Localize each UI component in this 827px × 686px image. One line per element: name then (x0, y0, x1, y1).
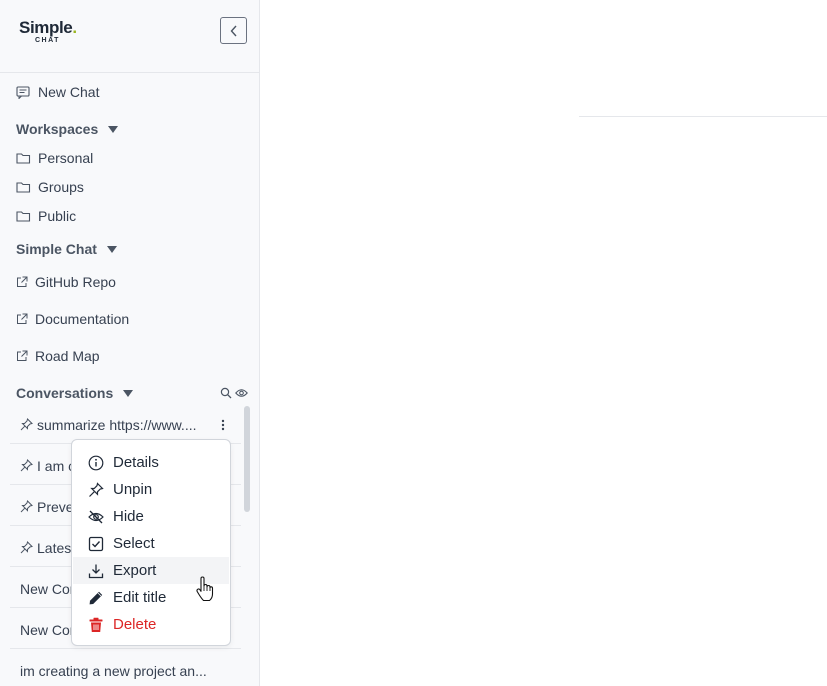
new-chat-button[interactable]: New Chat (16, 81, 99, 103)
caret-down-icon (123, 389, 134, 397)
menu-item-delete[interactable]: Delete (73, 611, 229, 638)
sidebar-item-label: Road Map (35, 348, 100, 364)
pin-icon (89, 481, 104, 497)
logo-dot: . (72, 18, 77, 37)
menu-item-unpin[interactable]: Unpin (73, 476, 229, 503)
sidebar-item-public[interactable]: Public (16, 205, 76, 227)
conversation-item[interactable]: im creating a new project an... (10, 652, 241, 686)
caret-down-icon (106, 245, 117, 253)
menu-item-label: Export (113, 562, 157, 579)
menu-item-details[interactable]: Details (73, 449, 229, 476)
pin-icon (20, 418, 33, 431)
workspaces-section-toggle[interactable]: Workspaces (16, 118, 119, 140)
menu-item-label: Edit title (113, 589, 167, 606)
hand-pointer-icon (196, 576, 214, 602)
menu-item-label: Select (113, 535, 155, 552)
sidebar-link-github-repo[interactable]: GitHub Repo (16, 271, 116, 293)
pencil-icon (89, 591, 103, 604)
conversation-title: im creating a new project an... (20, 663, 207, 679)
conversation-scrollbar[interactable] (244, 406, 250, 512)
sidebar-divider (0, 72, 259, 73)
download-icon (88, 564, 104, 578)
folder-icon (16, 182, 31, 193)
external-link-icon (17, 313, 28, 324)
eye-off-icon (88, 510, 104, 523)
menu-item-label: Delete (113, 616, 157, 633)
workspaces-title: Workspaces (16, 121, 99, 137)
conversation-title: I am c (37, 457, 76, 474)
conversations-section-toggle[interactable]: Conversations (16, 382, 134, 404)
simple-chat-section-toggle[interactable]: Simple Chat (16, 238, 117, 260)
logo-text: Simple (19, 18, 73, 37)
folder-icon (16, 211, 31, 222)
conversation-context-menu: Details Unpin Hide Select Export Edit ti… (71, 439, 231, 646)
eye-icon[interactable] (235, 388, 248, 398)
conversation-title: Latest (37, 539, 76, 556)
checkbox-icon (88, 536, 104, 551)
caret-down-icon (108, 125, 119, 133)
external-link-icon (17, 276, 28, 287)
collapse-sidebar-button[interactable] (220, 17, 247, 44)
sidebar-link-documentation[interactable]: Documentation (16, 308, 129, 330)
conversation-title: New Con (20, 621, 78, 638)
menu-item-hide[interactable]: Hide (73, 503, 229, 530)
conversation-title: New Con (20, 580, 78, 597)
info-icon (88, 455, 104, 470)
main-header-divider (579, 116, 827, 117)
trash-icon (89, 617, 103, 632)
menu-item-label: Unpin (113, 481, 153, 498)
new-chat-label: New Chat (38, 84, 100, 100)
external-link-icon (17, 350, 28, 361)
conversations-title: Conversations (16, 385, 114, 401)
sidebar-item-label: GitHub Repo (35, 274, 116, 290)
conversation-tools (220, 387, 248, 399)
sidebar-item-label: Documentation (35, 311, 130, 327)
menu-item-label: Details (113, 454, 159, 471)
menu-item-label: Hide (113, 508, 144, 525)
sidebar-item-label: Public (38, 208, 77, 224)
app-logo[interactable]: Simple. CHAT (19, 19, 77, 45)
chevron-left-icon (230, 25, 237, 36)
chat-icon (16, 85, 30, 99)
menu-item-select[interactable]: Select (73, 530, 229, 557)
sidebar-link-road-map[interactable]: Road Map (16, 345, 100, 367)
folder-icon (16, 153, 31, 164)
pin-icon (20, 459, 33, 472)
simple-chat-title: Simple Chat (16, 241, 97, 257)
sidebar-item-groups[interactable]: Groups (16, 176, 84, 198)
logo-subtitle: CHAT (35, 37, 60, 44)
sidebar-item-label: Groups (38, 179, 84, 195)
more-vertical-icon[interactable] (221, 419, 225, 431)
pin-icon (20, 541, 33, 554)
conversation-title: summarize https://www.... (37, 416, 197, 433)
conversation-title: Preve (37, 498, 74, 515)
search-icon[interactable] (220, 387, 232, 399)
sidebar-item-label: Personal (38, 150, 94, 166)
pin-icon (20, 500, 33, 513)
sidebar-item-personal[interactable]: Personal (16, 147, 93, 169)
